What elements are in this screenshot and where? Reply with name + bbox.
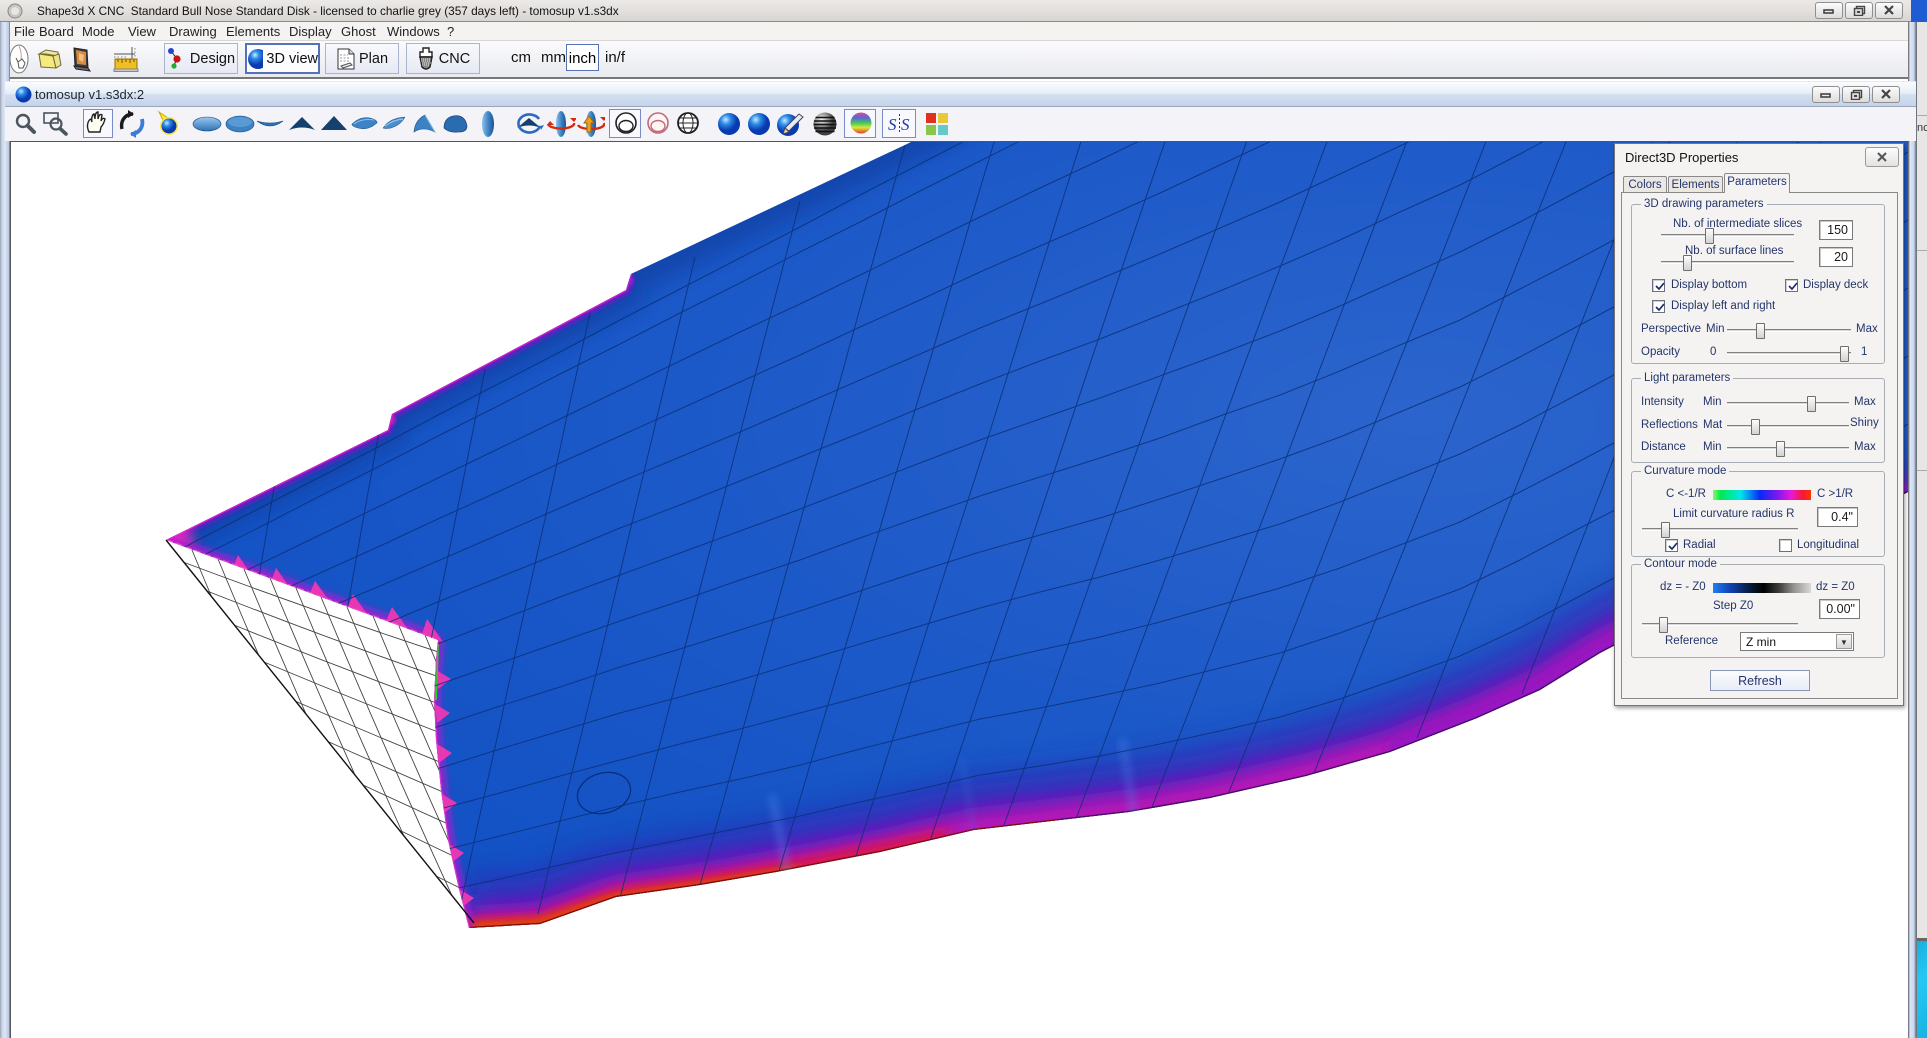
- svg-text:S: S: [901, 115, 910, 134]
- svg-text:S: S: [888, 115, 897, 134]
